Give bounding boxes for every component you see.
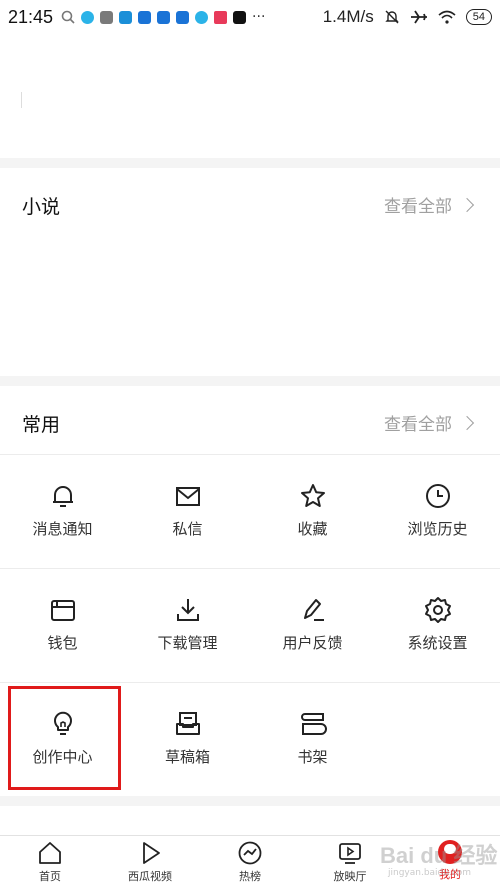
novel-section: 小说 查看全部 — [0, 168, 500, 376]
tab-home[interactable]: 首页 — [0, 840, 100, 884]
drafts-icon — [175, 712, 200, 735]
mail-icon — [175, 487, 200, 506]
common-see-all-label: 查看全部 — [384, 415, 452, 435]
tab-hot-list[interactable]: 热榜 — [200, 840, 300, 884]
grid-item-label: 草稿箱 — [164, 748, 210, 766]
highlight-box — [8, 686, 121, 790]
grid-item-wallet[interactable]: 钱包 — [0, 568, 125, 682]
app-notification-icon — [100, 10, 114, 24]
clock-icon — [425, 484, 450, 508]
status-app-icons: ··· — [61, 9, 265, 25]
grid-item-label: 钱包 — [47, 634, 78, 652]
grid-item-label: 下载管理 — [157, 634, 218, 652]
play-icon — [143, 842, 160, 864]
watermark: Bai du 经验 — [380, 843, 498, 868]
tab-label: 西瓜视频 — [128, 870, 172, 883]
app-notification-icon — [195, 10, 209, 24]
app-notification-icon — [138, 10, 152, 24]
wallet-icon — [50, 600, 75, 621]
grid-item-bookshelf[interactable]: 书架 — [250, 682, 375, 796]
battery-indicator: 54 — [465, 9, 492, 25]
tab-label: 放映厅 — [333, 870, 367, 883]
star-icon — [300, 484, 325, 507]
grid-item-label: 收藏 — [297, 520, 328, 538]
chevron-right-icon — [459, 197, 475, 212]
tab-label: 首页 — [39, 870, 61, 883]
grid-item-messages[interactable]: 私信 — [125, 454, 250, 568]
grid-item-label: 浏览历史 — [407, 520, 468, 538]
airplane-icon — [410, 10, 427, 24]
app-notification-icon — [214, 10, 228, 24]
chevron-right-icon — [459, 415, 475, 430]
bell-icon — [52, 486, 73, 507]
mute-icon — [385, 10, 399, 24]
tv-icon — [339, 843, 361, 864]
grid-item-label: 系统设置 — [407, 634, 468, 652]
status-bar: 21:45 ··· 1.4M/s 54 — [0, 0, 500, 34]
app-notification-icon — [176, 10, 190, 24]
placeholder-mark — [21, 92, 22, 108]
grid-item-label: 私信 — [172, 520, 203, 538]
common-title: 常用 — [22, 414, 61, 436]
grid-item-label: 书架 — [297, 748, 328, 766]
watermark-sub: jingyan.baidu.com — [388, 868, 472, 878]
bookshelf-icon — [300, 713, 327, 735]
tab-label: 热榜 — [239, 870, 261, 883]
tab-xigua-video[interactable]: 西瓜视频 — [100, 840, 200, 884]
common-see-all-link[interactable]: 查看全部 — [384, 410, 475, 435]
grid-item-favorites[interactable]: 收藏 — [250, 454, 375, 568]
grid-item-feedback[interactable]: 用户反馈 — [250, 568, 375, 682]
grid-item-downloads[interactable]: 下载管理 — [125, 568, 250, 682]
home-icon — [39, 842, 61, 864]
novel-see-all-link[interactable]: 查看全部 — [384, 192, 475, 217]
profile-card — [0, 34, 500, 158]
search-icon — [61, 10, 75, 24]
grid-item-drafts[interactable]: 草稿箱 — [125, 682, 250, 796]
app-notification-icon — [157, 10, 171, 24]
net-speed: 1.4M/s — [322, 7, 374, 26]
grid-item-label: 消息通知 — [32, 520, 93, 538]
grid-item-notifications[interactable]: 消息通知 — [0, 454, 125, 568]
more-notifications: ··· — [252, 9, 266, 25]
status-right: 1.4M/s 54 — [323, 7, 492, 27]
tiktok-icon — [233, 10, 247, 24]
novel-title: 小说 — [22, 196, 61, 218]
grid-item-label: 用户反馈 — [282, 634, 343, 652]
download-icon — [176, 599, 199, 621]
grid-item-settings[interactable]: 系统设置 — [375, 568, 500, 682]
app-notification-icon — [81, 10, 95, 24]
wifi-icon — [438, 10, 456, 24]
novel-see-all-label: 查看全部 — [384, 197, 452, 217]
grid-item-history[interactable]: 浏览历史 — [375, 454, 500, 568]
gear-icon — [424, 597, 451, 623]
trending-icon — [238, 841, 262, 865]
app-notification-icon — [119, 10, 133, 24]
status-time: 21:45 — [8, 6, 54, 27]
pen-icon — [303, 599, 324, 621]
